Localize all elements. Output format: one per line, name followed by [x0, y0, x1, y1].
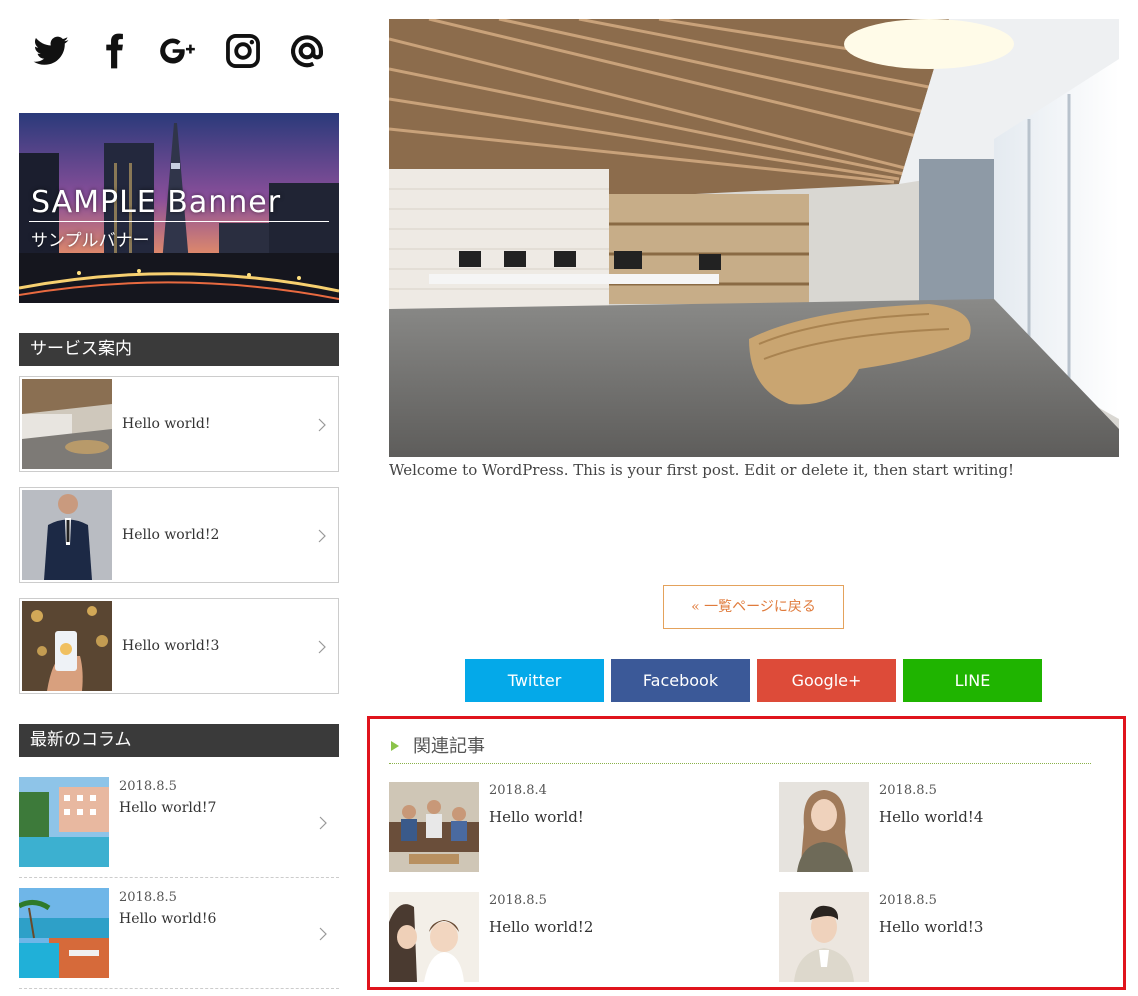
related-heading-text: 関連記事	[413, 736, 485, 757]
twitter-icon[interactable]	[31, 31, 71, 71]
back-to-list-button[interactable]: « 一覧ページに戻る	[663, 585, 844, 629]
social-links	[31, 28, 331, 74]
column-title: Hello world!6	[119, 911, 217, 927]
instagram-icon[interactable]	[223, 31, 263, 71]
chevron-right-icon	[318, 640, 326, 654]
column-item[interactable]: 2018.8.5 Hello world!7	[19, 777, 339, 878]
triangle-bullet-icon	[391, 741, 399, 751]
related-date: 2018.8.5	[489, 893, 547, 908]
businessman-thumbnail	[22, 490, 112, 580]
related-title: Hello world!4	[879, 808, 984, 826]
service-label: Hello world!	[122, 416, 211, 432]
office-thumbnail	[22, 379, 112, 469]
facebook-icon[interactable]	[95, 31, 135, 71]
woman-portrait-thumbnail	[779, 782, 869, 872]
resort-pool-thumbnail	[19, 777, 109, 867]
service-label: Hello world!2	[122, 527, 220, 543]
google-plus-share-button[interactable]: Google+	[757, 659, 896, 702]
column-title: Hello world!7	[119, 800, 217, 816]
columns-heading: 最新のコラム	[19, 724, 339, 757]
column-item[interactable]: 2018.8.5 Hello world!6	[19, 888, 339, 989]
banner-title: SAMPLE Banner	[31, 185, 282, 220]
mail-at-icon[interactable]	[287, 31, 327, 71]
related-date: 2018.8.5	[879, 893, 937, 908]
related-title: Hello world!	[489, 808, 584, 826]
services-heading: サービス案内	[19, 333, 339, 366]
related-article[interactable]: 2018.8.5 Hello world!2	[389, 892, 719, 982]
service-card[interactable]: Hello world!3	[19, 598, 339, 694]
column-date: 2018.8.5	[119, 890, 177, 905]
related-article[interactable]: 2018.8.5 Hello world!4	[779, 782, 1109, 872]
twitter-share-button[interactable]: Twitter	[465, 659, 604, 702]
related-articles-section: 関連記事 2018.8.4 Hello world! 2018.8.5 Hell…	[367, 716, 1126, 990]
man-portrait-thumbnail	[779, 892, 869, 982]
facebook-share-button[interactable]: Facebook	[611, 659, 750, 702]
service-label: Hello world!3	[122, 638, 220, 654]
chevron-right-icon	[318, 418, 326, 432]
service-card[interactable]: Hello world!	[19, 376, 339, 472]
column-date: 2018.8.5	[119, 779, 177, 794]
related-date: 2018.8.5	[879, 783, 937, 798]
related-article[interactable]: 2018.8.5 Hello world!3	[779, 892, 1109, 982]
related-article[interactable]: 2018.8.4 Hello world!	[389, 782, 719, 872]
beach-thumbnail	[19, 888, 109, 978]
banner-subtitle: サンプルバナー	[31, 231, 150, 251]
share-buttons: Twitter Facebook Google+ LINE	[465, 659, 1042, 702]
line-share-button[interactable]: LINE	[903, 659, 1042, 702]
service-card[interactable]: Hello world!2	[19, 487, 339, 583]
sample-banner[interactable]: SAMPLE Banner サンプルバナー	[19, 113, 339, 303]
banner-divider	[29, 221, 329, 222]
chevron-right-icon	[319, 816, 327, 830]
smartphone-thumbnail	[22, 601, 112, 691]
post-body-text: Welcome to WordPress. This is your first…	[389, 461, 1014, 479]
post-featured-image	[389, 19, 1119, 457]
related-title: Hello world!3	[879, 918, 984, 936]
related-title: Hello world!2	[489, 918, 594, 936]
mother-child-thumbnail	[389, 892, 479, 982]
google-plus-icon[interactable]	[159, 31, 199, 71]
related-heading: 関連記事	[389, 731, 1091, 764]
family-sofa-thumbnail	[389, 782, 479, 872]
related-date: 2018.8.4	[489, 783, 547, 798]
chevron-right-icon	[318, 529, 326, 543]
chevron-right-icon	[319, 927, 327, 941]
